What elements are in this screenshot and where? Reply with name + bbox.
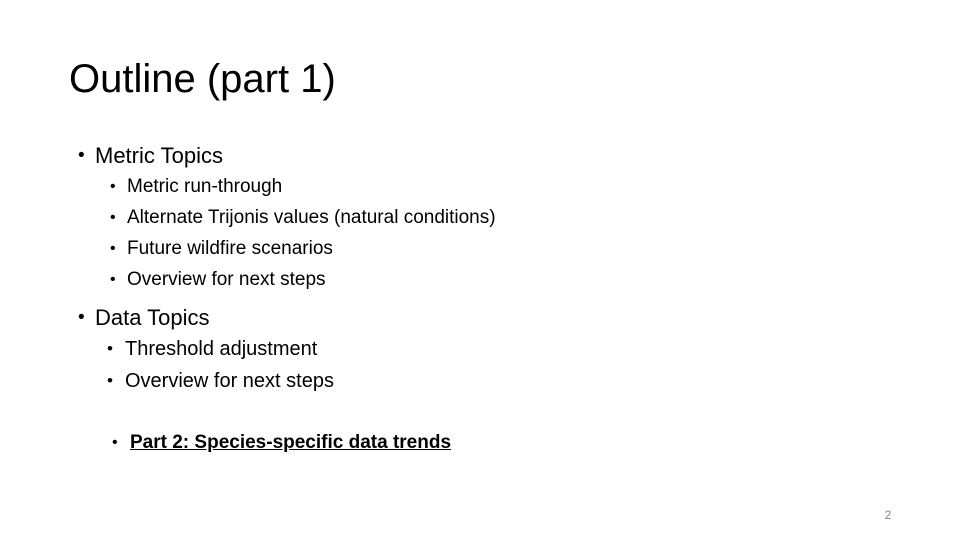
list-item-heading-metric-topics: • Metric Topics <box>78 141 960 171</box>
list-item-label: Overview for next steps <box>125 370 334 392</box>
slide-canvas: Outline (part 1) • Metric Topics • Metri… <box>0 0 960 540</box>
list-item-part-2-species-specific-data-trends[interactable]: • Part 2: Species-specific data trends <box>112 428 960 458</box>
list-item-overview-for-next-steps-data: • Overview for next steps <box>107 365 960 397</box>
list-item-label: Metric Topics <box>95 143 223 168</box>
list-item-label: Metric run-through <box>127 176 283 197</box>
page-number: 2 <box>884 508 892 522</box>
list-item-threshold-adjustment: • Threshold adjustment <box>107 333 960 365</box>
bullet-dot-icon: • <box>110 271 116 288</box>
list-item-alternate-trijonis-values: • Alternate Trijonis values (natural con… <box>110 202 960 233</box>
outline-section-data-topics: • Data Topics • Threshold adjustment • O… <box>0 303 960 458</box>
bullet-dot-icon: • <box>110 240 116 257</box>
bullet-dot-icon: • <box>110 178 116 195</box>
list-item-label: Threshold adjustment <box>125 338 318 360</box>
list-item-label: Overview for next steps <box>127 269 326 290</box>
list-item-heading-data-topics: • Data Topics <box>78 303 960 333</box>
list-item-overview-for-next-steps-metric: • Overview for next steps <box>110 264 960 295</box>
outline-section-metric-topics: • Metric Topics • Metric run-through • A… <box>0 141 960 295</box>
bullet-dot-icon: • <box>110 209 116 226</box>
bullet-dot-icon: • <box>107 371 113 390</box>
bullet-dot-icon: • <box>107 339 113 358</box>
page-title: Outline (part 1) <box>69 57 336 101</box>
bullet-dot-icon: • <box>112 434 118 451</box>
bullet-dot-icon: • <box>78 145 85 166</box>
list-item-label: Future wildfire scenarios <box>127 238 333 259</box>
list-item-future-wildfire-scenarios: • Future wildfire scenarios <box>110 233 960 264</box>
list-item-label: Alternate Trijonis values (natural condi… <box>127 207 496 228</box>
list-item-label: Part 2: Species-specific data trends <box>130 432 452 453</box>
list-item-label: Data Topics <box>95 305 210 330</box>
bullet-dot-icon: • <box>78 307 85 328</box>
slide-body: • Metric Topics • Metric run-through • A… <box>0 141 960 458</box>
list-spacer <box>0 397 960 428</box>
list-item-metric-run-through: • Metric run-through <box>110 171 960 202</box>
